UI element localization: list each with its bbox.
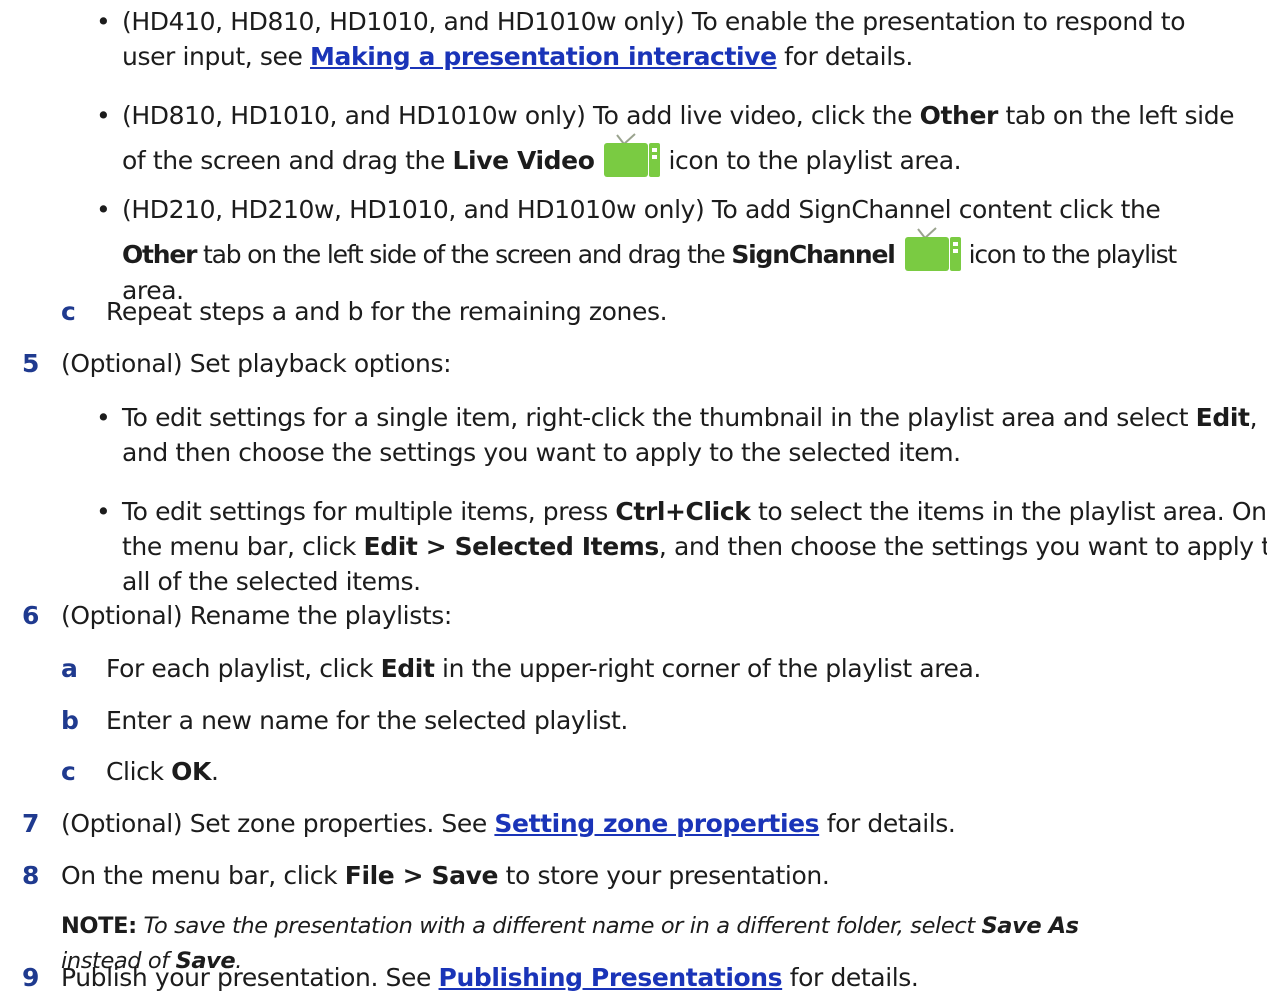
sub-step-text: Repeat steps a and b for the remaining z… [106,297,668,326]
step-number: 8 [22,861,39,890]
sub-step-text-part: For each playlist, click [106,654,381,683]
bold-edit: Edit [1195,403,1250,432]
bullet-text: of the screen and drag the [122,146,453,175]
step-number: 9 [22,963,39,992]
step-text-part: (Optional) Set zone properties. See [61,809,495,838]
bullet-text: icon to the playlist [968,240,1178,269]
bold-live-video: Live Video [452,146,595,175]
step-text-part: On the menu bar, click [61,861,345,890]
bold-edit: Edit [380,654,435,683]
step-number: 6 [22,601,39,630]
step-number: 7 [22,809,39,838]
tv-icon [903,227,963,273]
step-number: 5 [22,349,39,378]
bullet-text-line2: user input, see Making a presentation in… [122,39,1185,74]
bullet-text: for details. [776,42,913,71]
bold-ctrl-click: Ctrl+Click [615,497,751,526]
step-text-part: Publish your presentation. See [61,963,439,992]
document-page: • (HD410, HD810, HD1010, and HD1010w onl… [0,0,1267,997]
link-setting-zone-properties[interactable]: Setting zone properties [494,809,819,838]
bullet-text: To edit settings for multiple items, pre… [122,497,616,526]
bold-ok: OK [171,757,211,786]
bullet-dot: • [96,497,111,526]
sub-step-label: b [61,706,79,735]
bullet-text: (HD410, HD810, HD1010, and HD1010w only)… [122,7,1186,36]
sub-step-label: a [61,654,78,683]
sub-step-text: For each playlist, click Edit in the upp… [106,651,981,686]
bullet-text: tab on the left side [997,101,1235,130]
link-publishing-presentations[interactable]: Publishing Presentations [439,963,783,992]
bullet-text-line1: (HD810, HD1010, and HD1010w only) To add… [122,98,1235,133]
bullet-text: tab on the left side of the screen and d… [196,240,732,269]
bullet-text: and then choose the settings you want to… [122,438,961,467]
step-text-part: for details. [819,809,956,838]
bullet-text: , and then choose the settings you want … [658,532,1267,561]
bold-other: Other [919,101,999,130]
step-text: (Optional) Set playback options: [61,349,452,378]
bold-save-as: Save As [981,913,1080,939]
sub-step-text-part: Click [106,757,172,786]
link-making-presentation-interactive[interactable]: Making a presentation interactive [310,42,777,71]
note-label: NOTE: [61,913,137,939]
bullet-dot: • [96,7,111,36]
step-text: (Optional) Rename the playlists: [61,601,452,630]
bullet-dot: • [96,101,111,130]
sub-step-label: c [61,757,76,786]
step-text: Publish your presentation. See Publishin… [61,960,919,995]
sub-step-text-part: in the upper-right corner of the playlis… [434,654,981,683]
sub-step-text: Enter a new name for the selected playli… [106,706,628,735]
bullet-dot: • [96,403,111,432]
sub-step-text: Click OK. [106,754,219,789]
bullet-text-line1: To edit settings for multiple items, pre… [122,494,1267,529]
bullet-text: , [1249,403,1258,432]
note-line1: NOTE: To save the presentation with a di… [61,909,1079,944]
step-text: On the menu bar, click File > Save to st… [61,858,830,893]
bullet-text: To edit settings for a single item, righ… [122,403,1196,432]
bullet-text-line1: To edit settings for a single item, righ… [122,400,1257,435]
step-text-part: for details. [782,963,919,992]
tv-icon [602,133,662,179]
bullet-text: (HD210, HD210w, HD1010, and HD1010w only… [122,195,1161,224]
bold-file-save: File > Save [344,861,499,890]
step-text: (Optional) Set zone properties. See Sett… [61,806,956,841]
step-text-part: to store your presentation. [498,861,830,890]
bold-signchannel: SignChannel [731,240,895,269]
note-text: To save the presentation with a differen… [136,913,982,939]
bullet-dot: • [96,195,111,224]
bullet-text-line2: of the screen and drag the Live Video ico… [122,133,1234,179]
bullet-text: to select the items in the playlist area… [750,497,1267,526]
bullet-text: icon to the playlist area. [668,146,962,175]
bullet-text: (HD810, HD1010, and HD1010w only) To add… [122,101,920,130]
bullet-text: the menu bar, click [122,532,364,561]
bold-other: Other [122,240,198,269]
sub-step-label: c [61,297,76,326]
bullet-text-line2: Other tab on the left side of the screen… [122,227,1178,273]
sub-step-text-part: . [210,757,219,786]
bullet-text: user input, see [122,42,311,71]
bold-edit-selected-items: Edit > Selected Items [363,532,660,561]
bullet-text: all of the selected items. [122,567,421,596]
bullet-text-line2: the menu bar, click Edit > Selected Item… [122,529,1267,564]
